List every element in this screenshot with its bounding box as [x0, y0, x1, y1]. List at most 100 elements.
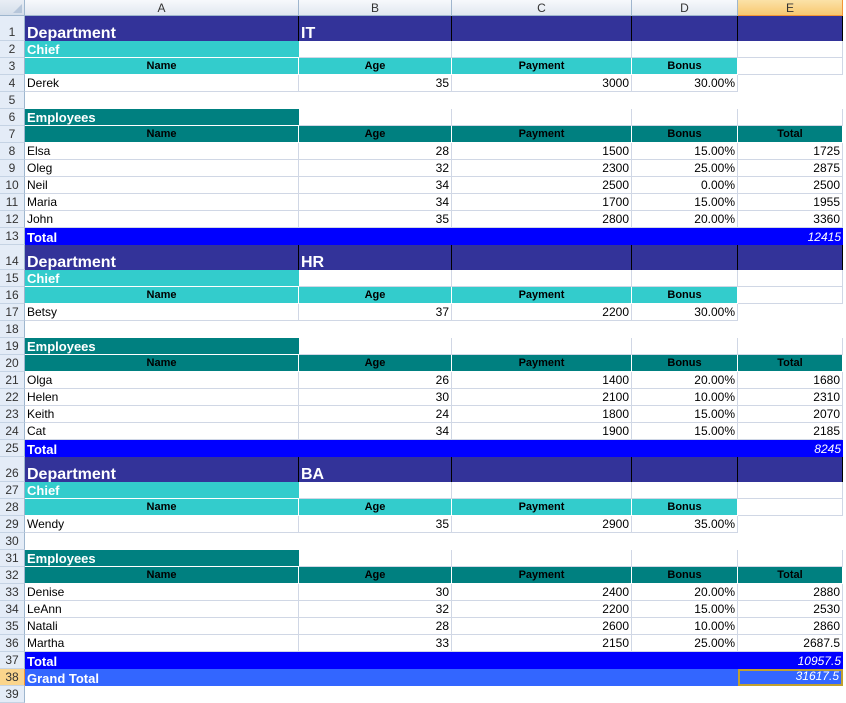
cell[interactable] — [738, 75, 843, 92]
column-header-a[interactable]: A — [25, 0, 299, 16]
employee-payment-cell[interactable]: 2100 — [452, 389, 632, 406]
employee-payment-cell[interactable]: 2300 — [452, 160, 632, 177]
row-header-31[interactable]: 31 — [0, 550, 25, 567]
employee-age-cell[interactable]: 34 — [299, 177, 452, 194]
cell[interactable] — [632, 338, 738, 355]
chief-bonus-cell[interactable]: 35.00% — [632, 516, 738, 533]
employee-bonus-cell[interactable]: 20.00% — [632, 372, 738, 389]
employee-total-cell[interactable]: 2860 — [738, 618, 843, 635]
department-total-value[interactable]: 8245 — [738, 440, 843, 457]
chief-bonus-cell[interactable]: 30.00% — [632, 304, 738, 321]
department-label-cell[interactable]: Department — [25, 457, 299, 482]
row-header-19[interactable]: 19 — [0, 338, 25, 355]
row-header-1[interactable]: 1 — [0, 16, 25, 41]
row-header-28[interactable]: 28 — [0, 499, 25, 516]
cell[interactable] — [25, 92, 299, 109]
cell[interactable] — [738, 533, 843, 550]
employees-header-total[interactable]: Total — [738, 355, 843, 372]
chief-header-name[interactable]: Name — [25, 499, 299, 516]
employees-section-label[interactable]: Employees — [25, 550, 299, 567]
employee-name-cell[interactable]: Helen — [25, 389, 299, 406]
employee-total-cell[interactable]: 1680 — [738, 372, 843, 389]
cell[interactable] — [25, 533, 299, 550]
employee-payment-cell[interactable]: 2800 — [452, 211, 632, 228]
employees-header-bonus[interactable]: Bonus — [632, 126, 738, 143]
chief-bonus-cell[interactable]: 30.00% — [632, 75, 738, 92]
row-header-35[interactable]: 35 — [0, 618, 25, 635]
chief-header-bonus[interactable]: Bonus — [632, 58, 738, 75]
employee-bonus-cell[interactable]: 20.00% — [632, 584, 738, 601]
employee-name-cell[interactable]: LeAnn — [25, 601, 299, 618]
employee-age-cell[interactable]: 33 — [299, 635, 452, 652]
employees-header-payment[interactable]: Payment — [452, 355, 632, 372]
employee-age-cell[interactable]: 34 — [299, 423, 452, 440]
chief-age-cell[interactable]: 35 — [299, 75, 452, 92]
employee-total-cell[interactable]: 3360 — [738, 211, 843, 228]
row-header-14[interactable]: 14 — [0, 245, 25, 270]
cell[interactable] — [738, 550, 843, 567]
row-header-39[interactable]: 39 — [0, 686, 25, 703]
row-header-26[interactable]: 26 — [0, 457, 25, 482]
cell[interactable] — [632, 482, 738, 499]
employee-name-cell[interactable]: Cat — [25, 423, 299, 440]
row-header-4[interactable]: 4 — [0, 75, 25, 92]
column-header-e[interactable]: E — [738, 0, 843, 16]
employee-age-cell[interactable]: 30 — [299, 389, 452, 406]
row-header-17[interactable]: 17 — [0, 304, 25, 321]
cell[interactable] — [452, 482, 632, 499]
employee-name-cell[interactable]: Natali — [25, 618, 299, 635]
cell[interactable] — [632, 550, 738, 567]
employee-age-cell[interactable]: 32 — [299, 160, 452, 177]
employee-name-cell[interactable]: Olga — [25, 372, 299, 389]
employee-total-cell[interactable]: 2185 — [738, 423, 843, 440]
cell[interactable] — [299, 41, 452, 58]
employees-header-name[interactable]: Name — [25, 126, 299, 143]
chief-header-payment[interactable]: Payment — [452, 287, 632, 304]
employee-total-cell[interactable]: 2530 — [738, 601, 843, 618]
cell[interactable] — [299, 321, 452, 338]
chief-payment-cell[interactable]: 2900 — [452, 516, 632, 533]
cell[interactable] — [738, 516, 843, 533]
department-total-value[interactable]: 12415 — [738, 228, 843, 245]
employee-age-cell[interactable]: 34 — [299, 194, 452, 211]
cell[interactable] — [452, 109, 632, 126]
employees-header-name[interactable]: Name — [25, 567, 299, 584]
select-all-button[interactable] — [0, 0, 25, 16]
row-header-22[interactable]: 22 — [0, 389, 25, 406]
employee-total-cell[interactable]: 2880 — [738, 584, 843, 601]
cell[interactable] — [452, 270, 632, 287]
row-header-25[interactable]: 25 — [0, 440, 25, 457]
cell[interactable] — [632, 41, 738, 58]
employee-bonus-cell[interactable]: 15.00% — [632, 406, 738, 423]
cell[interactable] — [632, 92, 738, 109]
row-header-18[interactable]: 18 — [0, 321, 25, 338]
chief-name-cell[interactable]: Derek — [25, 75, 299, 92]
employee-bonus-cell[interactable]: 10.00% — [632, 389, 738, 406]
employees-header-age[interactable]: Age — [299, 126, 452, 143]
cell[interactable] — [299, 338, 452, 355]
cell[interactable] — [738, 58, 843, 75]
chief-header-name[interactable]: Name — [25, 287, 299, 304]
chief-payment-cell[interactable]: 2200 — [452, 304, 632, 321]
employee-payment-cell[interactable]: 1500 — [452, 143, 632, 160]
employee-age-cell[interactable]: 30 — [299, 584, 452, 601]
employee-payment-cell[interactable]: 2150 — [452, 635, 632, 652]
cell[interactable] — [299, 550, 452, 567]
row-header-27[interactable]: 27 — [0, 482, 25, 499]
department-total-label[interactable]: Total — [25, 652, 738, 669]
row-header-6[interactable]: 6 — [0, 109, 25, 126]
chief-header-payment[interactable]: Payment — [452, 499, 632, 516]
department-label-cell[interactable]: Department — [25, 245, 299, 270]
row-header-34[interactable]: 34 — [0, 601, 25, 618]
cell[interactable] — [632, 109, 738, 126]
cell[interactable] — [452, 338, 632, 355]
row-header-29[interactable]: 29 — [0, 516, 25, 533]
employee-bonus-cell[interactable]: 15.00% — [632, 601, 738, 618]
column-header-b[interactable]: B — [299, 0, 452, 16]
employee-name-cell[interactable]: Elsa — [25, 143, 299, 160]
row-header-13[interactable]: 13 — [0, 228, 25, 245]
chief-name-cell[interactable]: Wendy — [25, 516, 299, 533]
chief-header-age[interactable]: Age — [299, 499, 452, 516]
cell[interactable] — [738, 287, 843, 304]
row-header-12[interactable]: 12 — [0, 211, 25, 228]
